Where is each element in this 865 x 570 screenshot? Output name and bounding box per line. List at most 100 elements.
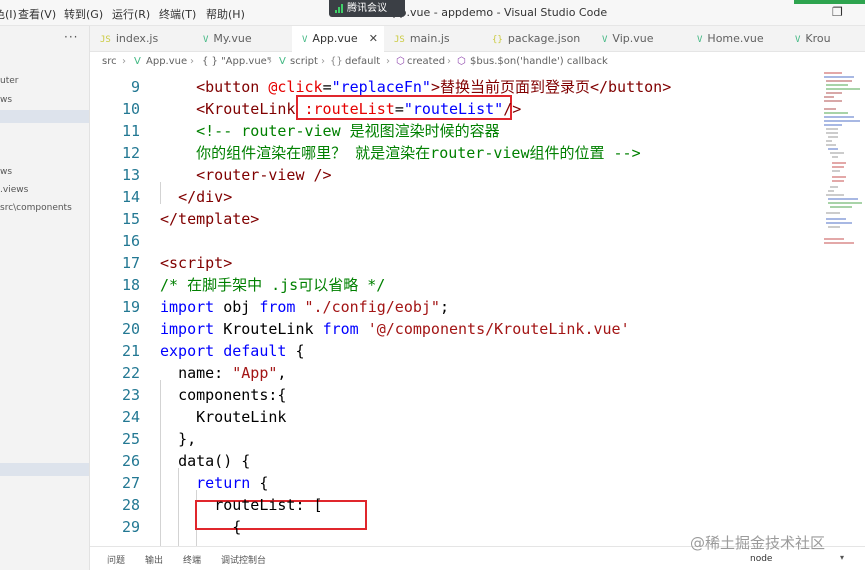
code-token: /* 在脚手架中 .js可以省略 */	[160, 276, 386, 294]
line-number: 23	[121, 386, 140, 404]
menu-selection[interactable]: 色(I)	[0, 6, 17, 22]
code-line[interactable]: 18 /* 在脚手架中 .js可以省略 */	[90, 274, 820, 296]
code-line[interactable]: 28 routeList: [	[90, 494, 820, 516]
code-editor[interactable]: 9 <button @click="replaceFn">替换当前页面到登录页<…	[90, 72, 820, 546]
breadcrumb: src › V App.vue › { } "App.vue" › V scri…	[90, 52, 865, 72]
vue-file-icon: V	[134, 56, 141, 67]
menu-run[interactable]: 运行(R)	[112, 6, 150, 22]
breadcrumb-item[interactable]: default	[345, 56, 380, 67]
tab-home-vue[interactable]: V Home.vue	[687, 26, 785, 52]
chevron-right-icon: ›	[321, 56, 325, 67]
code-line[interactable]: 16	[90, 230, 820, 252]
restore-icon[interactable]: ❐	[832, 5, 843, 19]
code-line[interactable]: 17 <script>	[90, 252, 820, 274]
sidebar-selected-row[interactable]	[0, 110, 89, 123]
line-number: 9	[130, 78, 140, 96]
tab-package-json[interactable]: {} package.json	[482, 26, 592, 52]
code-line[interactable]: 13 <router-view />	[90, 164, 820, 186]
tab-my-vue[interactable]: V My.vue	[193, 26, 292, 52]
sidebar-item[interactable]: uter	[0, 76, 18, 86]
code-line[interactable]: 21 export default {	[90, 340, 820, 362]
sidebar-item[interactable]: .views	[0, 185, 28, 195]
sidebar-item[interactable]: ws	[0, 95, 12, 105]
breadcrumb-item[interactable]: { } "App.vue"	[202, 56, 271, 67]
code-token: return	[196, 474, 251, 492]
breadcrumb-item[interactable]: script	[290, 56, 318, 67]
code-text: name: "App",	[160, 362, 286, 384]
menu-view[interactable]: 查看(V)	[18, 6, 56, 22]
breadcrumb-item[interactable]: $bus.$on('handle') callback	[470, 56, 608, 67]
line-number: 13	[121, 166, 140, 184]
tab-output[interactable]: 输出	[145, 553, 163, 566]
code-token: data() {	[178, 452, 251, 470]
code-line[interactable]: 10 <KrouteLink :routeList="routeList"/>	[90, 98, 820, 120]
code-token: KrouteLink	[214, 320, 323, 338]
menu-terminal[interactable]: 终端(T)	[159, 6, 196, 22]
overlay-accent-bar	[794, 0, 865, 4]
vue-file-icon: V	[279, 56, 286, 67]
minimap-line	[828, 198, 858, 200]
minimap-line	[826, 140, 832, 142]
minimap-line	[826, 88, 860, 90]
code-line[interactable]: 22 name: "App",	[90, 362, 820, 384]
chevron-right-icon: ›	[268, 56, 272, 67]
sidebar-selected-row[interactable]	[0, 463, 89, 476]
code-token: routeList: [	[214, 496, 323, 514]
window-title: App.vue - appdemo - Visual Studio Code	[385, 6, 608, 19]
tab-label: Vip.vue	[612, 32, 654, 45]
tab-kroutelink-vue[interactable]: V Krou	[785, 26, 865, 52]
code-line[interactable]: 26 data() {	[90, 450, 820, 472]
code-line[interactable]: 20 import KrouteLink from '@/components/K…	[90, 318, 820, 340]
code-token: export	[160, 342, 215, 360]
menu-help[interactable]: 帮助(H)	[206, 6, 245, 22]
menu-go[interactable]: 转到(G)	[64, 6, 103, 22]
code-line[interactable]: 15 </template>	[90, 208, 820, 230]
code-line[interactable]: 23 components:{	[90, 384, 820, 406]
meeting-overlay[interactable]: 腾讯会议	[329, 0, 405, 17]
code-token: from	[259, 298, 296, 316]
code-token: :routeList	[304, 100, 395, 118]
code-token: from	[322, 320, 359, 338]
explorer-sidebar: ··· uter ws ws .views src\components	[0, 26, 90, 570]
minimap-line	[824, 96, 834, 98]
code-line[interactable]: 11 <!-- router-view 是视图渲染时候的容器	[90, 120, 820, 142]
breadcrumb-item[interactable]: created	[407, 56, 445, 67]
code-token: ;	[439, 298, 449, 316]
breadcrumb-item[interactable]: src	[102, 56, 117, 67]
code-line[interactable]: 12 你的组件渲染在哪里？ 就是渲染在router-view组件的位置 -->	[90, 142, 820, 164]
code-line[interactable]: 19 import obj from "./config/eobj";	[90, 296, 820, 318]
minimap-line	[824, 72, 842, 74]
tab-terminal[interactable]: 终端	[183, 553, 201, 566]
tab-index-js[interactable]: JS index.js	[90, 26, 193, 52]
minimap-line	[824, 116, 854, 118]
tab-main-js[interactable]: JS main.js	[384, 26, 482, 52]
tab-vip-vue[interactable]: V Vip.vue	[592, 26, 687, 52]
code-text: 你的组件渲染在哪里？ 就是渲染在router-view组件的位置 -->	[160, 142, 641, 164]
sidebar-item[interactable]: src\components	[0, 203, 72, 213]
chevron-down-icon[interactable]: ▾	[840, 553, 844, 562]
more-actions-icon[interactable]: ···	[64, 30, 78, 44]
sidebar-item[interactable]: ws	[0, 167, 12, 177]
tab-app-vue[interactable]: V App.vue ✕	[292, 26, 384, 52]
code-line[interactable]: 24 KrouteLink	[90, 406, 820, 428]
minimap-line	[826, 144, 836, 146]
minimap[interactable]	[820, 72, 865, 546]
minimap-line	[830, 186, 838, 188]
close-icon[interactable]: ✕	[369, 26, 378, 52]
breadcrumb-item[interactable]: App.vue	[146, 56, 187, 67]
code-line[interactable]: 25 },	[90, 428, 820, 450]
code-text: <script>	[160, 252, 232, 274]
line-number: 16	[121, 232, 140, 250]
tab-debug-console[interactable]: 调试控制台	[221, 553, 266, 566]
code-line[interactable]: 9 <button @click="replaceFn">替换当前页面到登录页<…	[90, 76, 820, 98]
code-line[interactable]: 27 return {	[90, 472, 820, 494]
code-line[interactable]: 14 </div>	[90, 186, 820, 208]
code-token: components:{	[178, 386, 287, 404]
terminal-select[interactable]: node	[750, 554, 772, 564]
code-text: import KrouteLink from '@/components/Kro…	[160, 318, 630, 340]
tab-problems[interactable]: 问题	[107, 553, 125, 566]
line-number: 12	[121, 144, 140, 162]
